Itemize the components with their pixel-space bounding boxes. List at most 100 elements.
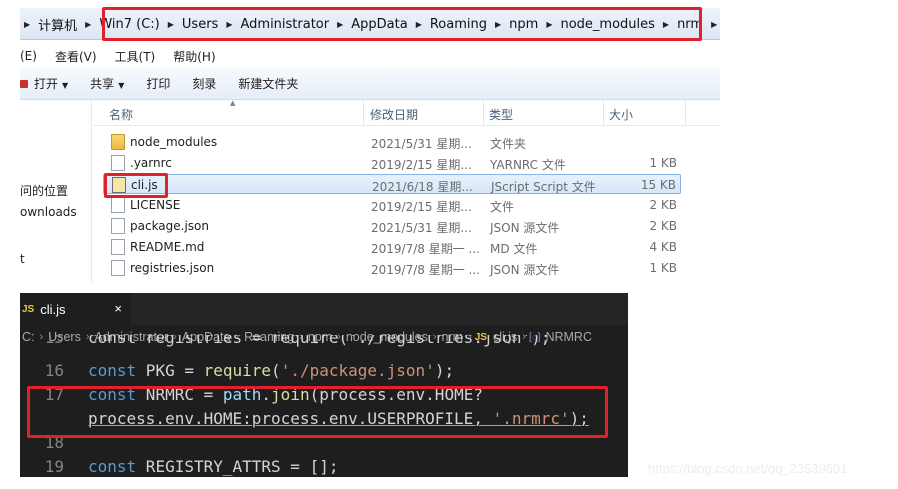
nav-item-truncated[interactable]: t: [20, 252, 25, 266]
keyword-token: const: [88, 385, 137, 404]
share-label: 共享: [90, 77, 115, 91]
file-icon: [111, 218, 125, 234]
chevron-right-icon[interactable]: ▶: [335, 20, 345, 29]
string-token: './package.json': [280, 361, 435, 380]
chevron-right-icon[interactable]: ▶: [709, 20, 719, 29]
address-path: ▶ 计算机 ▶ Win7 (C:) ▶ Users ▶ Administrato…: [22, 13, 720, 35]
file-date: 2021/5/31 星期...: [371, 137, 472, 151]
file-row[interactable]: .yarnrc 2019/2/15 星期... YARNRC 文件 1 KB: [103, 153, 681, 173]
column-date[interactable]: 修改日期: [370, 106, 418, 123]
address-crumb-node-modules[interactable]: node_modules: [554, 17, 660, 32]
new-folder-button[interactable]: 新建文件夹: [238, 75, 312, 92]
dropdown-caret-icon: ▼: [62, 81, 69, 90]
address-bar[interactable]: ▶ 计算机 ▶ Win7 (C:) ▶ Users ▶ Administrato…: [20, 8, 720, 40]
file-name: registries.json: [130, 261, 215, 275]
address-crumb-computer[interactable]: 计算机: [32, 15, 83, 34]
line-number: 16: [44, 361, 64, 380]
file-icon: [111, 155, 125, 171]
column-divider[interactable]: [363, 100, 364, 126]
file-size: 15 KB: [640, 178, 676, 192]
address-crumb-users[interactable]: Users: [176, 17, 224, 32]
column-name[interactable]: 名称: [109, 106, 133, 123]
address-crumb-administrator[interactable]: Administrator: [234, 17, 335, 32]
column-size[interactable]: 大小: [609, 106, 633, 123]
file-explorer-window: ▶ 计算机 ▶ Win7 (C:) ▶ Users ▶ Administrato…: [0, 0, 720, 283]
chevron-right-icon[interactable]: ▶: [661, 20, 671, 29]
file-row[interactable]: README.md 2019/7/8 星期一 ... MD 文件 4 KB: [103, 237, 681, 257]
file-row[interactable]: registries.json 2019/7/8 星期一 ... JSON 源文…: [103, 258, 681, 278]
chevron-right-icon[interactable]: ▶: [224, 20, 234, 29]
punct-token: );: [434, 361, 455, 380]
file-type: JScript Script 文件: [491, 180, 596, 194]
watermark: https://blog.csdn.net/qq_23539691: [648, 461, 848, 476]
editor-tab-cli-js[interactable]: JS cli.js ×: [20, 293, 130, 325]
file-type: 文件: [490, 200, 515, 214]
file-type: JSON 源文件: [490, 263, 560, 277]
chevron-right-icon[interactable]: ▶: [22, 20, 32, 29]
file-size: 1 KB: [649, 261, 677, 275]
file-name: package.json: [130, 219, 210, 233]
file-name: README.md: [130, 240, 205, 254]
address-crumb-drive[interactable]: Win7 (C:): [93, 17, 165, 32]
punct-token: );: [569, 409, 589, 428]
print-button[interactable]: 打印: [146, 75, 184, 92]
menu-help[interactable]: 帮助(H): [173, 48, 215, 65]
jscript-file-icon: [112, 177, 126, 193]
chevron-right-icon[interactable]: ▶: [83, 20, 93, 29]
chevron-right-icon[interactable]: ▶: [493, 20, 503, 29]
file-row[interactable]: LICENSE 2019/2/15 星期... 文件 2 KB: [103, 195, 681, 215]
share-button[interactable]: 共享 ▼: [90, 75, 138, 92]
file-name: .yarnrc: [130, 156, 172, 170]
file-name: node_modules: [130, 135, 218, 149]
address-crumb-nrm[interactable]: nrm: [671, 17, 709, 32]
address-crumb-roaming[interactable]: Roaming: [424, 17, 493, 32]
string-token: '.nrmrc': [492, 409, 570, 428]
command-toolbar: 打开 ▼ 共享 ▼ 打印 刻录 新建文件夹: [20, 68, 720, 100]
file-icon: [111, 239, 125, 255]
file-name: LICENSE: [130, 198, 181, 212]
file-row-selected[interactable]: cli.js 2021/6/18 星期... JScript Script 文件…: [103, 174, 681, 194]
identifier-token: path: [222, 385, 262, 404]
tab-label: cli.js: [40, 301, 66, 317]
chevron-right-icon[interactable]: ▶: [166, 20, 176, 29]
menu-edit[interactable]: (E): [20, 49, 37, 63]
menu-tools[interactable]: 工具(T): [115, 48, 156, 65]
nav-item-recent-places[interactable]: 问的位置: [20, 182, 68, 199]
file-icon: [111, 197, 125, 213]
identifier-token: REGISTRY_ATTRS = [];: [136, 457, 339, 476]
file-icon: [111, 260, 125, 276]
close-icon[interactable]: ×: [114, 301, 122, 316]
sort-caret-icon: ▲: [230, 99, 236, 107]
file-type: MD 文件: [490, 242, 538, 256]
file-row[interactable]: node_modules 2021/5/31 星期... 文件夹: [103, 132, 681, 152]
nav-item-downloads[interactable]: ownloads: [20, 205, 77, 219]
file-size: 1 KB: [649, 156, 677, 170]
file-type: 文件夹: [490, 137, 527, 151]
open-icon: [20, 80, 28, 88]
file-name: cli.js: [131, 178, 158, 192]
code-line-17: 17 const NRMRC = path.join(process.env.H…: [20, 385, 628, 409]
column-type[interactable]: 类型: [489, 106, 513, 123]
punct-token: (: [271, 361, 281, 380]
column-divider[interactable]: [483, 100, 484, 126]
file-row[interactable]: package.json 2021/5/31 星期... JSON 源文件 2 …: [103, 216, 681, 236]
burn-button[interactable]: 刻录: [192, 75, 230, 92]
address-crumb-appdata[interactable]: AppData: [345, 17, 413, 32]
punct-token: .: [261, 385, 272, 404]
code-editor: JS cli.js × C: › Users › Administrator › Ap…: [20, 293, 628, 477]
dropdown-caret-icon: ▼: [118, 81, 125, 90]
function-token: join: [271, 385, 310, 404]
file-date: 2019/7/8 星期一 ...: [371, 242, 480, 256]
code-text: const REGISTRY_ATTRS = [];: [88, 457, 338, 476]
chevron-right-icon[interactable]: ▶: [414, 20, 424, 29]
identifier-token: process.env.HOME:process.env.USERPROFILE…: [88, 409, 493, 428]
chevron-right-icon[interactable]: ▶: [544, 20, 554, 29]
menu-view[interactable]: 查看(V): [55, 48, 97, 65]
open-button[interactable]: 打开 ▼: [20, 75, 82, 92]
menu-bar: (E) 查看(V) 工具(T) 帮助(H): [20, 44, 720, 68]
column-divider[interactable]: [603, 100, 604, 126]
address-crumb-npm[interactable]: npm: [503, 17, 544, 32]
file-date: 2019/7/8 星期一 ...: [371, 263, 480, 277]
column-divider[interactable]: [685, 100, 686, 126]
code-text: const registries = require('./registries…: [88, 335, 551, 347]
